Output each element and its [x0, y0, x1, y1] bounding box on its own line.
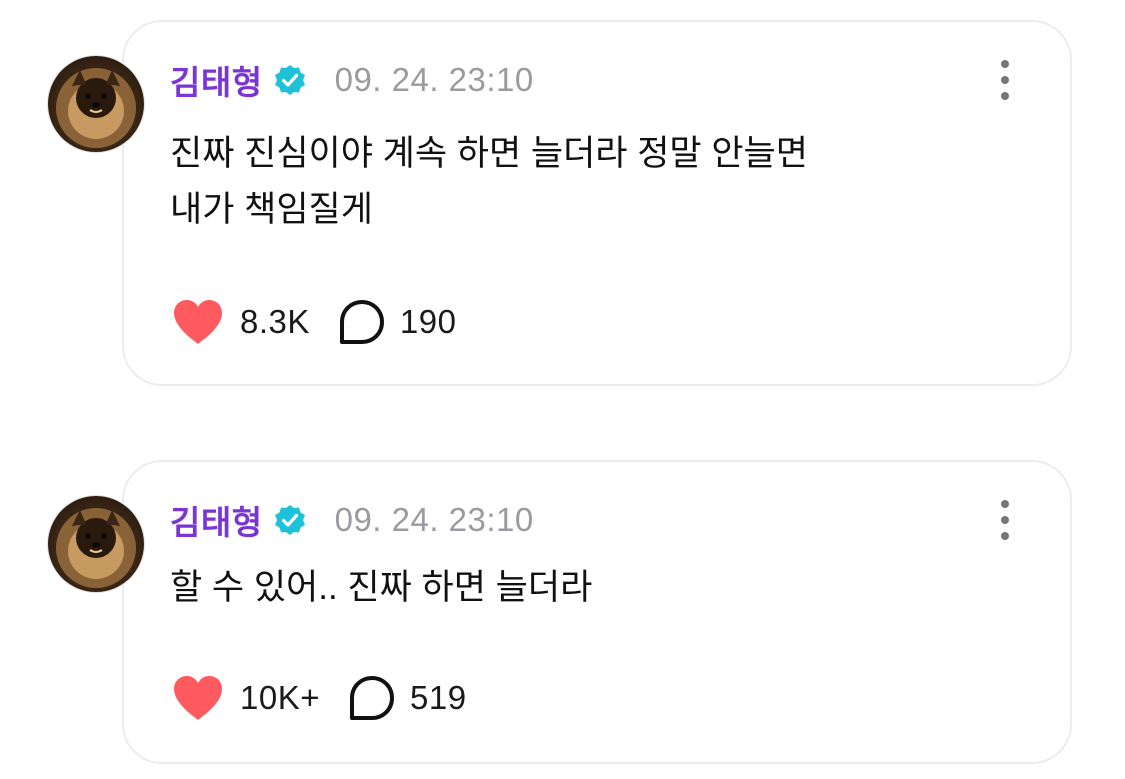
heart-icon[interactable]	[170, 673, 226, 723]
timestamp: 09. 24. 23:10	[334, 61, 534, 98]
comment-count: 190	[399, 303, 457, 340]
comment-text: 할 수 있어.. 진짜 하면 늘더라	[170, 560, 1030, 616]
more-vertical-icon[interactable]	[996, 500, 1014, 540]
comment-header: 김태형 09. 24. 23:10	[170, 500, 534, 541]
comment-bubble-icon[interactable]	[338, 298, 386, 346]
comment-text-line: 진짜 진심이야 계속 하면 늘더라 정말 안늘면	[170, 134, 808, 173]
comment-bubble-icon[interactable]	[348, 674, 396, 722]
comment-feed: 김태형 09. 24. 23:10 진짜 진심이야 계속 하면 늘더라 정말 안…	[0, 0, 1125, 779]
avatar[interactable]	[48, 56, 144, 152]
comment-text: 진짜 진심이야 계속 하면 늘더라 정말 안늘면 내가 책임질게	[170, 126, 1030, 238]
comment-actions: 8.3K 190	[170, 294, 456, 350]
heart-icon[interactable]	[170, 297, 226, 347]
pomeranian-avatar-image	[56, 508, 136, 588]
timestamp: 09. 24. 23:10	[334, 501, 534, 538]
like-count: 10K+	[240, 679, 320, 716]
verified-badge-icon	[274, 65, 305, 95]
comment-count: 519	[410, 679, 467, 716]
like-count: 8.3K	[240, 303, 310, 340]
comment-text-line: 내가 책임질게	[170, 190, 373, 229]
more-vertical-icon[interactable]	[996, 60, 1014, 100]
verified-badge-icon	[274, 505, 305, 535]
comment-header: 김태형 09. 24. 23:10	[170, 60, 534, 101]
comment-actions: 10K+ 519	[170, 670, 467, 726]
author-name[interactable]: 김태형	[170, 496, 263, 544]
author-name[interactable]: 김태형	[170, 56, 263, 104]
comment-text-line: 할 수 있어.. 진짜 하면 늘더라	[170, 568, 593, 607]
pomeranian-avatar-image	[56, 68, 136, 148]
avatar[interactable]	[48, 496, 144, 592]
